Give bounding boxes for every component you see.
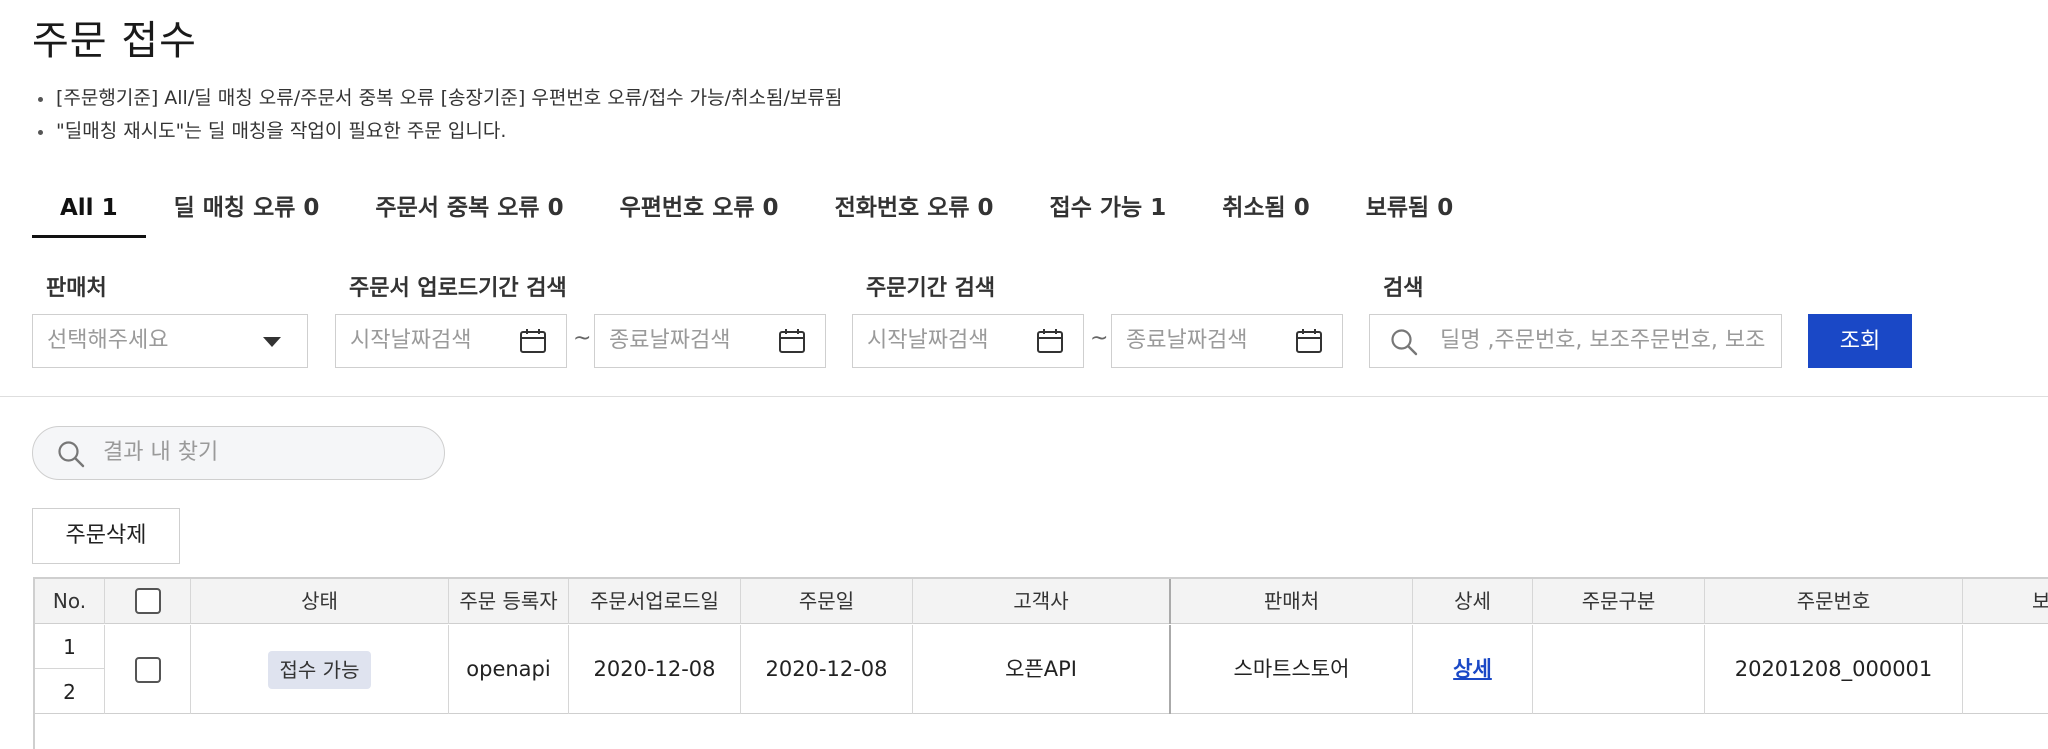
tab-receivable[interactable]: 접수 가능 1 <box>1022 186 1195 238</box>
upload-date-cell: 2020-12-08 <box>569 625 741 714</box>
note-item: [주문행기준] All/딜 매칭 오류/주문서 중복 오류 [송장기준] 우편번… <box>34 82 842 115</box>
upload-end-date-placeholder: 종료날짜검색 <box>609 328 731 353</box>
header-detail[interactable]: 상세 <box>1413 579 1533 624</box>
notes-list: [주문행기준] All/딜 매칭 오류/주문서 중복 오류 [송장기준] 우편번… <box>34 82 842 148</box>
search-button[interactable]: 조회 <box>1808 314 1912 368</box>
status-tabs: All 1 딜 매칭 오류 0 주문서 중복 오류 0 우편번호 오류 0 전화… <box>32 186 1481 238</box>
tab-on-hold[interactable]: 보류됨 0 <box>1338 186 1482 238</box>
header-seller[interactable]: 판매처 <box>1171 579 1413 624</box>
row-number: 2 <box>63 680 76 704</box>
tab-postal-code-error[interactable]: 우편번호 오류 0 <box>592 186 807 238</box>
range-separator: ~ <box>1090 326 1109 351</box>
upload-start-date-input[interactable]: 시작날짜검색 <box>335 314 567 368</box>
header-no[interactable]: No. <box>35 579 105 624</box>
row-number: 1 <box>35 625 104 669</box>
header-order-type[interactable]: 주문구분 <box>1533 579 1705 624</box>
search-label: 검색 <box>1383 276 1424 301</box>
calendar-icon <box>1037 329 1063 353</box>
order-no-cell: 20201208_000001 <box>1705 625 1963 714</box>
tab-cancelled[interactable]: 취소됨 0 <box>1194 186 1338 238</box>
calendar-icon <box>779 329 805 353</box>
tab-duplicate-order-error[interactable]: 주문서 중복 오류 0 <box>347 186 591 238</box>
sub-order-cell <box>1963 625 2048 714</box>
seller-select[interactable]: 선택해주세요 <box>32 314 308 368</box>
keyword-search-placeholder: 딜명 ,주문번호, 보조주문번호, 보조 <box>1440 328 1766 353</box>
registrant-cell: openapi <box>449 625 569 714</box>
page-title: 주문 접수 <box>32 18 197 64</box>
header-sub-order[interactable]: 보조 <box>1963 579 2048 624</box>
row-checkbox[interactable] <box>134 657 161 683</box>
row-number-cell: 1 2 <box>35 625 105 714</box>
note-item: "딜매칭 재시도"는 딜 매칭을 작업이 필요한 주문 입니다. <box>34 115 842 148</box>
section-divider <box>0 396 2048 397</box>
caret-down-icon <box>263 337 281 347</box>
search-icon <box>58 441 85 468</box>
order-start-date-placeholder: 시작날짜검색 <box>867 328 989 353</box>
result-search-placeholder: 결과 내 찾기 <box>103 440 219 465</box>
tab-deal-matching-error[interactable]: 딜 매칭 오류 0 <box>146 186 348 238</box>
order-end-date-input[interactable]: 종료날짜검색 <box>1111 314 1343 368</box>
status-badge: 접수 가능 <box>267 651 372 689</box>
result-search-input[interactable]: 결과 내 찾기 <box>32 426 445 480</box>
status-cell: 접수 가능 <box>191 625 449 714</box>
keyword-search-input[interactable]: 딜명 ,주문번호, 보조주문번호, 보조 <box>1369 314 1782 368</box>
upload-period-label: 주문서 업로드기간 검색 <box>349 276 567 301</box>
order-date-cell: 2020-12-08 <box>741 625 913 714</box>
upload-start-date-placeholder: 시작날짜검색 <box>350 328 472 353</box>
seller-label: 판매처 <box>46 276 107 301</box>
calendar-icon <box>520 329 546 353</box>
order-type-cell <box>1533 625 1705 714</box>
header-upload-date[interactable]: 주문서업로드일 <box>569 579 741 624</box>
client-cell: 오픈API <box>913 625 1171 714</box>
delete-order-button[interactable]: 주문삭제 <box>32 508 180 564</box>
order-period-label: 주문기간 검색 <box>866 276 996 301</box>
search-icon <box>1391 329 1418 356</box>
header-checkbox <box>105 579 191 624</box>
select-all-checkbox[interactable] <box>134 588 161 614</box>
order-table: No. 상태 주문 등록자 주문서업로드일 주문일 고객사 판매처 상세 주문구… <box>33 577 2048 749</box>
order-start-date-input[interactable]: 시작날짜검색 <box>852 314 1084 368</box>
header-status[interactable]: 상태 <box>191 579 449 624</box>
tab-phone-error[interactable]: 전화번호 오류 0 <box>807 186 1022 238</box>
seller-select-value: 선택해주세요 <box>47 328 169 353</box>
table-header: No. 상태 주문 등록자 주문서업로드일 주문일 고객사 판매처 상세 주문구… <box>35 579 2048 624</box>
table-row[interactable]: 1 2 접수 가능 openapi 2020-12-08 2020-12-08 … <box>35 625 2048 714</box>
header-client[interactable]: 고객사 <box>913 579 1171 624</box>
order-end-date-placeholder: 종료날짜검색 <box>1126 328 1248 353</box>
header-order-no[interactable]: 주문번호 <box>1705 579 1963 624</box>
header-order-date[interactable]: 주문일 <box>741 579 913 624</box>
seller-cell: 스마트스토어 <box>1171 625 1413 714</box>
row-checkbox-cell <box>105 625 191 714</box>
header-registrant[interactable]: 주문 등록자 <box>449 579 569 624</box>
calendar-icon <box>1296 329 1322 353</box>
tab-all[interactable]: All 1 <box>32 186 146 238</box>
detail-link[interactable]: 상세 <box>1453 657 1492 681</box>
range-separator: ~ <box>573 326 592 351</box>
upload-end-date-input[interactable]: 종료날짜검색 <box>594 314 826 368</box>
detail-cell: 상세 <box>1413 625 1533 714</box>
